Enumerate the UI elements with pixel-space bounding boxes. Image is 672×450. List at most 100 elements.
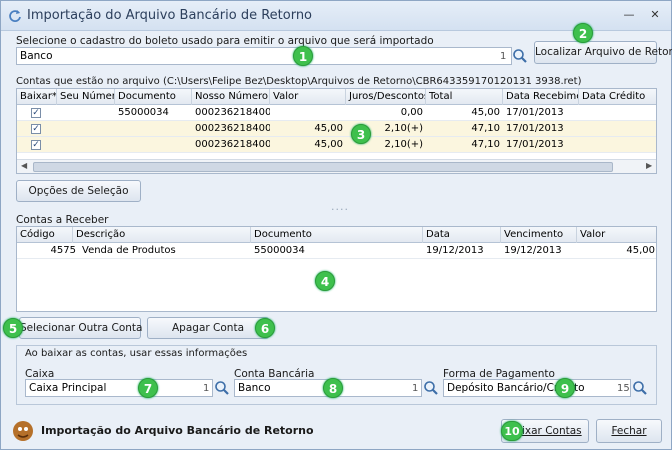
table-row[interactable]: 4575 Venda de Produtos 55000034 19/12/20… bbox=[17, 243, 656, 259]
col-nosso-numero[interactable]: Nosso Número bbox=[192, 89, 270, 105]
scroll-right-icon[interactable]: ▶ bbox=[646, 161, 652, 170]
scroll-thumb[interactable] bbox=[33, 162, 613, 172]
badge-10: 10 bbox=[501, 421, 523, 441]
cell-nosso-numero: 00023621840055… bbox=[195, 107, 270, 118]
settlement-legend: Ao baixar as contas, usar essas informaç… bbox=[25, 348, 248, 359]
conta-bancaria-value: Banco bbox=[238, 382, 271, 394]
badge-3: 3 bbox=[351, 124, 371, 144]
close-button[interactable]: Fechar bbox=[596, 419, 662, 443]
recv-grid-header: Código Descrição Documento Data Vencimen… bbox=[17, 227, 656, 243]
cell-descricao: Venda de Produtos bbox=[82, 245, 176, 256]
import-window: Importação do Arquivo Bancário de Retorn… bbox=[0, 0, 672, 450]
col-juros[interactable]: Juros/Descontos bbox=[346, 89, 426, 105]
refresh-icon bbox=[9, 10, 21, 22]
cell-total: 45,00 bbox=[471, 107, 500, 118]
file-path-label: Contas que estão no arquivo (C:\Users\Fe… bbox=[16, 76, 582, 87]
col-recv-documento[interactable]: Documento bbox=[251, 227, 423, 243]
cell-juros: 0,00 bbox=[400, 107, 423, 118]
col-data[interactable]: Data bbox=[423, 227, 501, 243]
col-recv-valor[interactable]: Valor bbox=[577, 227, 656, 243]
boleto-value: Banco bbox=[20, 50, 53, 62]
magnifier-icon[interactable] bbox=[213, 379, 231, 397]
badge-4: 4 bbox=[315, 271, 335, 291]
close-window-button[interactable]: ✕ bbox=[647, 8, 663, 22]
conta-bancaria-count: 1 bbox=[412, 383, 419, 394]
cell-recv-documento: 55000034 bbox=[254, 245, 305, 256]
file-grid-header: Baixar* Seu Número Documento Nosso Númer… bbox=[17, 89, 656, 105]
badge-6: 6 bbox=[255, 318, 275, 338]
receivables-grid: Código Descrição Documento Data Vencimen… bbox=[16, 226, 657, 312]
caixa-value: Caixa Principal bbox=[29, 382, 107, 394]
cell-total: 47,10 bbox=[471, 123, 500, 134]
cell-codigo: 4575 bbox=[50, 245, 76, 256]
cell-data-credito bbox=[579, 121, 656, 137]
badge-2: 2 bbox=[573, 23, 593, 43]
col-codigo[interactable]: Código bbox=[17, 227, 73, 243]
badge-5: 5 bbox=[3, 318, 23, 338]
col-data-credito[interactable]: Data Crédito bbox=[579, 89, 656, 105]
cell-valor: 45,00 bbox=[314, 123, 343, 134]
forma-pagamento-field[interactable]: Depósito Bancário/Crédito bbox=[443, 379, 631, 397]
forma-pagamento-count: 15 bbox=[617, 383, 630, 394]
row-checkbox[interactable]: ✓ bbox=[31, 108, 41, 118]
title-bar: Importação do Arquivo Bancário de Retorn… bbox=[1, 1, 671, 31]
magnifier-icon[interactable] bbox=[631, 379, 649, 397]
horizontal-scrollbar[interactable]: ◀ ▶ bbox=[17, 159, 656, 173]
cell-seu-numero bbox=[57, 121, 115, 137]
row-checkbox[interactable]: ✓ bbox=[31, 124, 41, 134]
locate-file-button[interactable]: Localizar Arquivo de Retorno bbox=[534, 41, 672, 64]
file-accounts-grid: Baixar* Seu Número Documento Nosso Númer… bbox=[16, 88, 657, 174]
cell-data-recebimento: 17/01/2013 bbox=[506, 123, 564, 134]
window-title: Importação do Arquivo Bancário de Retorn… bbox=[27, 8, 313, 23]
close-label: Fechar bbox=[611, 425, 647, 437]
magnifier-icon[interactable] bbox=[422, 379, 440, 397]
badge-7: 7 bbox=[138, 378, 158, 398]
col-baixar[interactable]: Baixar* bbox=[17, 89, 57, 105]
cell-valor: 45,00 bbox=[314, 139, 343, 150]
badge-1: 1 bbox=[293, 46, 313, 66]
row-checkbox[interactable]: ✓ bbox=[31, 140, 41, 150]
delete-account-button[interactable]: Apagar Conta bbox=[147, 317, 269, 339]
cell-documento bbox=[115, 121, 192, 137]
col-data-recebimento[interactable]: Data Recebimento bbox=[503, 89, 579, 105]
col-descricao[interactable]: Descrição bbox=[73, 227, 251, 243]
cell-data-recebimento: 17/01/2013 bbox=[506, 139, 564, 150]
cell-vencimento: 19/12/2013 bbox=[504, 245, 562, 256]
cell-total: 47,10 bbox=[471, 139, 500, 150]
magnifier-icon[interactable] bbox=[511, 47, 529, 65]
selection-options-button[interactable]: Opções de Seleção bbox=[16, 180, 141, 202]
cell-data-credito bbox=[579, 137, 656, 153]
table-row[interactable]: ✓ 55000034 00023621840055… 0,00 45,00 17… bbox=[17, 105, 656, 121]
cell-data-credito bbox=[579, 105, 656, 121]
boleto-count: 1 bbox=[500, 51, 507, 62]
cell-seu-numero bbox=[57, 105, 115, 121]
col-valor[interactable]: Valor bbox=[270, 89, 346, 105]
receivables-label: Contas a Receber bbox=[16, 214, 109, 226]
badge-8: 8 bbox=[323, 378, 343, 398]
cell-data: 19/12/2013 bbox=[426, 245, 484, 256]
cell-seu-numero bbox=[57, 137, 115, 153]
col-seu-numero[interactable]: Seu Número bbox=[57, 89, 115, 105]
cell-documento: 55000034 bbox=[118, 107, 169, 118]
footer-title: Importação do Arquivo Bancário de Retorn… bbox=[41, 424, 314, 437]
cell-recv-valor: 45,00 bbox=[626, 245, 655, 256]
caixa-field[interactable]: Caixa Principal bbox=[25, 379, 213, 397]
col-documento[interactable]: Documento bbox=[115, 89, 192, 105]
boleto-field[interactable]: Banco bbox=[16, 47, 512, 65]
select-other-account-button[interactable]: Selecionar Outra Conta bbox=[19, 317, 142, 339]
scroll-left-icon[interactable]: ◀ bbox=[21, 161, 27, 170]
cell-nosso-numero: 00023621840055… bbox=[195, 123, 270, 134]
col-vencimento[interactable]: Vencimento bbox=[501, 227, 577, 243]
boleto-label: Selecione o cadastro do boleto usado par… bbox=[16, 35, 434, 47]
cell-data-recebimento: 17/01/2013 bbox=[506, 107, 564, 118]
table-row[interactable]: ✓ 00023621840055… 45,00 2,10(+) 47,10 17… bbox=[17, 121, 656, 137]
caixa-count: 1 bbox=[203, 383, 210, 394]
splitter-grip[interactable]: .... bbox=[331, 200, 349, 213]
cell-documento bbox=[115, 137, 192, 153]
mascot-icon bbox=[13, 421, 33, 441]
cell-valor bbox=[270, 105, 346, 121]
table-row[interactable]: ✓ 00023621840055… 45,00 2,10(+) 47,10 17… bbox=[17, 137, 656, 153]
cell-nosso-numero: 00023621840055… bbox=[195, 139, 270, 150]
minimize-button[interactable]: — bbox=[621, 8, 637, 22]
col-total[interactable]: Total bbox=[426, 89, 503, 105]
